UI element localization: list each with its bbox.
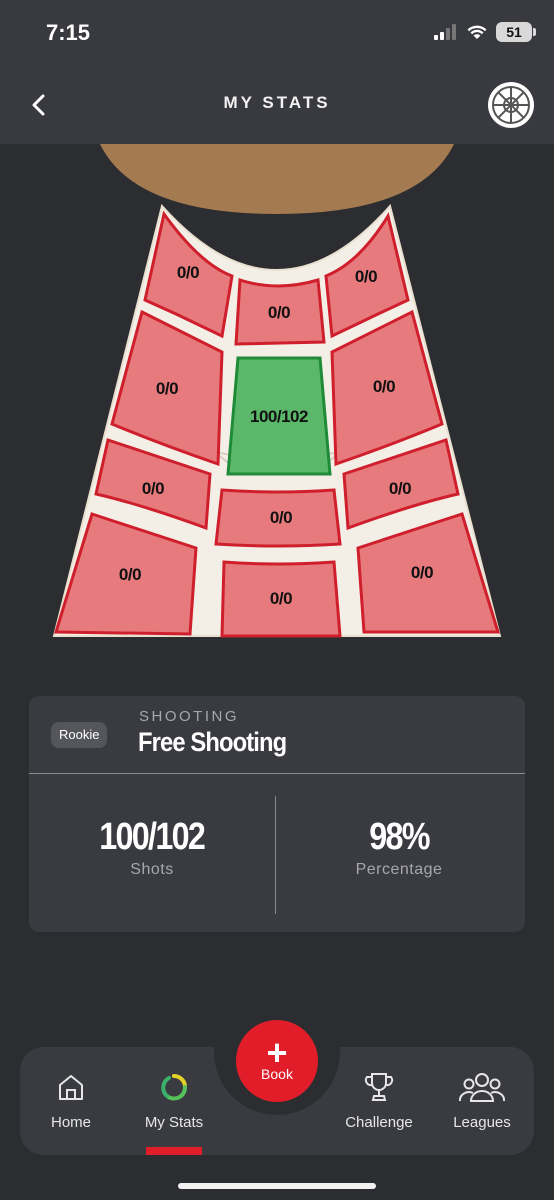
zone-label: 0/0: [156, 379, 178, 398]
zone-label: 100/102: [250, 407, 308, 426]
zone-label: 0/0: [411, 563, 433, 582]
court-backdrop: [100, 144, 454, 214]
status-bar: 7:15 51: [0, 0, 554, 66]
zone-label: 0/0: [270, 589, 292, 608]
nav-home-label: Home: [50, 1114, 91, 1131]
percentage-label: Percentage: [355, 861, 443, 878]
stats-ring-icon: [161, 1074, 187, 1101]
shot-chart: 0/0 0/0 0/0 0/0 100/102 0/0 0/0 0/0 0/0 …: [0, 144, 554, 664]
session-metrics: 100/102 Shots 98% Percentage: [29, 774, 525, 932]
percentage-value: 98%: [369, 816, 430, 858]
nav-my-stats-label: My Stats: [144, 1114, 204, 1131]
nav-challenge-label: Challenge: [345, 1114, 413, 1131]
session-name: Free Shooting: [138, 727, 287, 757]
zone-label: 0/0: [119, 565, 141, 584]
zone-label: 0/0: [355, 267, 377, 286]
status-time: 7:15: [46, 20, 91, 45]
zone-label: 0/0: [270, 508, 292, 527]
session-header: Rookie SHOOTING Free Shooting: [29, 696, 525, 774]
active-tab-indicator: [146, 1147, 202, 1155]
session-category: SHOOTING: [139, 708, 240, 725]
book-button[interactable]: + Book: [236, 1020, 318, 1102]
level-badge: Rookie: [51, 722, 108, 748]
shots-value: 100/102: [99, 816, 207, 858]
shots-label: Shots: [130, 861, 174, 878]
zone-label: 0/0: [142, 479, 164, 498]
status-icons: 51: [434, 22, 536, 42]
page-title: MY STATS: [223, 93, 331, 112]
app-header: MY STATS: [0, 66, 554, 144]
zone-label: 0/0: [389, 479, 411, 498]
court-diagram: 0/0 0/0 0/0 0/0 100/102 0/0 0/0 0/0 0/0 …: [52, 144, 502, 638]
percentage-stat: 98% Percentage: [276, 816, 522, 879]
session-stats-card: Rookie SHOOTING Free Shooting 100/102 Sh…: [29, 696, 525, 932]
signal-icon: [434, 24, 456, 40]
home-icon: [59, 1075, 83, 1100]
nav-leagues[interactable]: Leagues: [432, 1069, 532, 1131]
group-icon: [458, 1073, 506, 1102]
battery-icon: 51: [496, 22, 536, 42]
zone-label: 0/0: [177, 263, 199, 282]
avatar[interactable]: [488, 82, 534, 128]
zone-label: 0/0: [268, 303, 290, 322]
shots-stat: 100/102 Shots: [29, 816, 275, 879]
book-label: Book: [261, 1066, 293, 1082]
nav-challenge[interactable]: Challenge: [329, 1069, 429, 1131]
home-indicator: [178, 1183, 376, 1189]
nav-my-stats[interactable]: My Stats: [124, 1069, 224, 1131]
wifi-icon: [467, 25, 487, 39]
basketball-icon: [492, 86, 530, 124]
zone-label: 0/0: [373, 377, 395, 396]
trophy-icon: [364, 1073, 394, 1101]
nav-leagues-label: Leagues: [453, 1114, 511, 1131]
nav-home[interactable]: Home: [21, 1069, 121, 1131]
